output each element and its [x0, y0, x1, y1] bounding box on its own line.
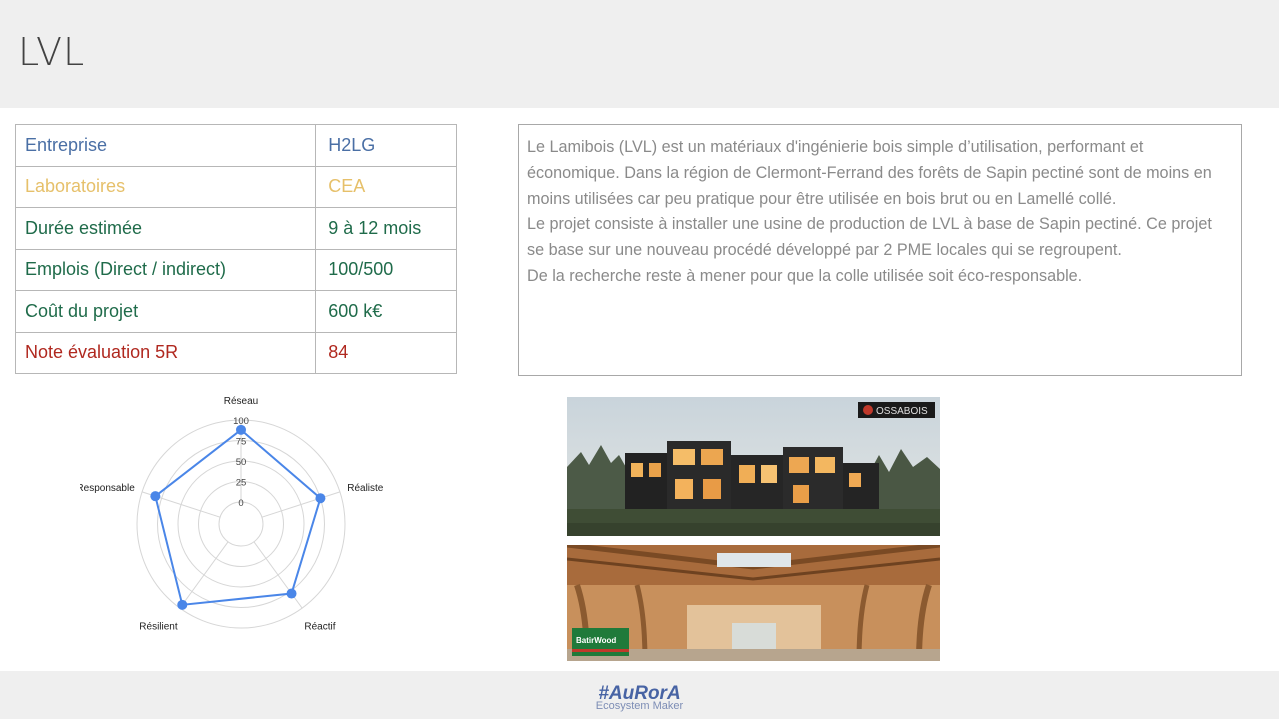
project-description: Le Lamibois (LVL) est un matériaux d'ing… [518, 124, 1242, 376]
radar-point [315, 493, 326, 504]
radar-axis-label: Réseau [224, 396, 258, 407]
radar-chart-5r: 0255075100 RéseauRéalisteRéactifRésilien… [80, 396, 384, 632]
project-info-table: Entreprise H2LG Laboratoires CEA Durée e… [14, 124, 457, 374]
radar-point [286, 588, 297, 599]
table-row-duree: Durée estimée 9 à 12 mois [14, 207, 457, 250]
radar-axis-label: Réactif [304, 621, 335, 632]
row-value: 600 k€ [315, 290, 457, 333]
row-value: CEA [315, 165, 457, 208]
batirwood-logo: BatirWood [576, 636, 616, 645]
table-row-laboratoires: Laboratoires CEA [14, 165, 457, 208]
radar-axis-label: Responsable [80, 483, 135, 494]
radar-tick-label: 50 [236, 457, 247, 468]
radar-axis-label: Résilient [139, 621, 178, 632]
row-label: Coût du projet [14, 290, 317, 333]
radar-spoke [253, 541, 303, 609]
radar-tick-label: 75 [236, 437, 247, 448]
header-bar: LVL [0, 0, 1279, 108]
row-value: H2LG [315, 124, 457, 167]
row-value: 9 à 12 mois [315, 207, 457, 250]
radar-axis-labels: Réseau Réaliste Réactif Résilient Responsabl… [80, 396, 384, 632]
radar-grid [136, 419, 346, 629]
photo-timber-hall: BatirWood [567, 545, 940, 661]
description-paragraph: De la recherche reste à mener pour que l… [527, 266, 1083, 285]
table-row-emplois: Emplois (Direct / indirect) 100/500 [14, 248, 457, 291]
table-row-note: Note évaluation 5R 84 [14, 331, 457, 374]
radar-point [177, 599, 188, 610]
radar-series [150, 424, 326, 610]
row-label: Durée estimée [14, 207, 317, 250]
page-title: LVL [18, 30, 86, 74]
radar-spoke [179, 541, 229, 609]
radar-tick-label: 25 [236, 478, 247, 489]
radar-point [236, 424, 246, 435]
description-paragraph: Le Lamibois (LVL) est un matériaux d'ing… [527, 138, 1212, 208]
row-label: Entreprise [14, 124, 317, 167]
table-row-entreprise: Entreprise H2LG [14, 124, 457, 167]
radar-tick-label: 0 [238, 498, 243, 509]
row-label: Emplois (Direct / indirect) [14, 248, 317, 291]
row-label: Note évaluation 5R [14, 331, 317, 374]
row-value: 100/500 [315, 248, 457, 291]
ossabois-logo: OSSABOIS [876, 406, 928, 417]
photo-wooden-houses: OSSABOIS [567, 397, 940, 536]
brand-tagline: Ecosystem Maker [595, 700, 684, 712]
radar-axis-label: Réaliste [347, 483, 384, 494]
row-label: Laboratoires [14, 165, 317, 208]
radar-point [150, 491, 161, 502]
radar-spoke [261, 491, 341, 518]
table-row-cout: Coût du projet 600 k€ [14, 290, 457, 333]
description-paragraph: Le projet consiste à installer une usine… [527, 215, 1212, 260]
row-value: 84 [315, 331, 457, 374]
